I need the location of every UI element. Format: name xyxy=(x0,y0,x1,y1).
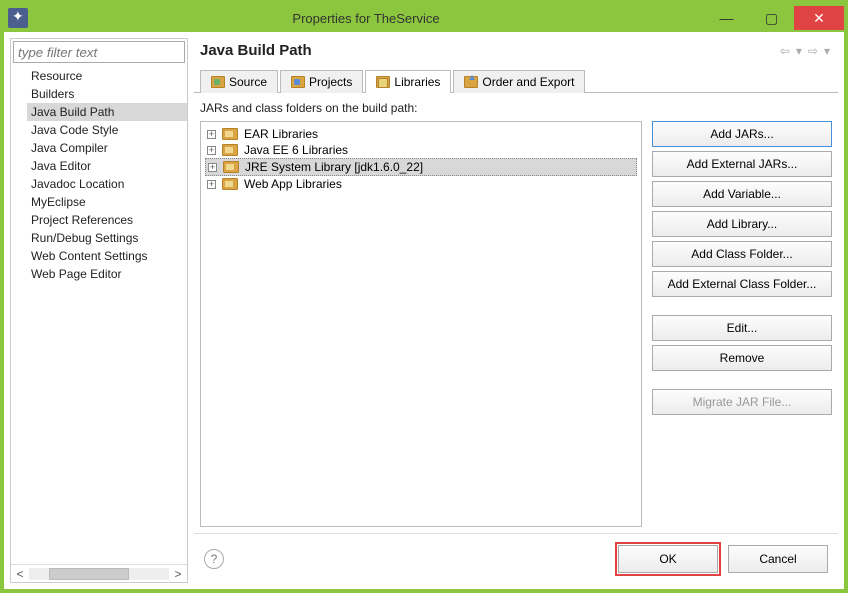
maximize-button[interactable]: ▢ xyxy=(749,6,794,30)
expand-icon[interactable]: + xyxy=(207,180,216,189)
dialog-content: ResourceBuildersJava Build PathJava Code… xyxy=(4,32,844,589)
libraries-description: JARs and class folders on the build path… xyxy=(200,101,832,115)
sidebar-item[interactable]: Web Content Settings xyxy=(27,247,187,265)
cancel-button[interactable]: Cancel xyxy=(728,545,828,573)
ord-tab-icon xyxy=(464,76,478,88)
src-tab-icon xyxy=(211,76,225,88)
library-item[interactable]: + EAR Libraries xyxy=(205,126,637,142)
tab-bar: Source Projects Libraries Order and Export xyxy=(194,69,838,93)
lib-tab-icon xyxy=(376,76,390,88)
add-class-folder-button[interactable]: Add Class Folder... xyxy=(652,241,832,267)
nav-forward-icon[interactable]: ⇨ xyxy=(806,44,820,58)
library-icon xyxy=(222,144,238,156)
add-external-class-folder-button[interactable]: Add External Class Folder... xyxy=(652,271,832,297)
library-icon xyxy=(222,178,238,190)
filter-input[interactable] xyxy=(13,41,185,63)
close-button[interactable]: ✕ xyxy=(794,6,844,30)
nav-forward-menu-icon[interactable]: ▾ xyxy=(822,44,832,58)
libraries-tab-panel: JARs and class folders on the build path… xyxy=(194,93,838,533)
footer-buttons: OK Cancel xyxy=(618,545,828,573)
sidebar-item[interactable]: Resource xyxy=(27,67,187,85)
add-external-jars-button[interactable]: Add External JARs... xyxy=(652,151,832,177)
sidebar-item[interactable]: Java Editor xyxy=(27,157,187,175)
sidebar-item[interactable]: Java Compiler xyxy=(27,139,187,157)
library-label: Web App Libraries xyxy=(244,177,342,191)
add-variable-button[interactable]: Add Variable... xyxy=(652,181,832,207)
scroll-track[interactable] xyxy=(29,568,169,580)
dialog-footer: ? OK Cancel xyxy=(194,533,838,583)
minimize-button[interactable]: — xyxy=(704,6,749,30)
sidebar-scrollbar[interactable]: < > xyxy=(11,564,187,582)
scroll-right-icon[interactable]: > xyxy=(169,567,187,581)
library-icon xyxy=(222,128,238,140)
sidebar-item[interactable]: Project References xyxy=(27,211,187,229)
sidebar-item[interactable]: Builders xyxy=(27,85,187,103)
library-label: JRE System Library [jdk1.6.0_22] xyxy=(245,160,423,174)
expand-icon[interactable]: + xyxy=(208,163,217,172)
tab-label: Order and Export xyxy=(482,75,574,89)
remove-button[interactable]: Remove xyxy=(652,345,832,371)
sidebar-item[interactable]: Javadoc Location xyxy=(27,175,187,193)
sidebar-item[interactable]: MyEclipse xyxy=(27,193,187,211)
tab-label: Projects xyxy=(309,75,352,89)
page-title: Java Build Path xyxy=(200,42,312,59)
sidebar-item[interactable]: Java Code Style xyxy=(27,121,187,139)
library-label: EAR Libraries xyxy=(244,127,318,141)
scroll-left-icon[interactable]: < xyxy=(11,567,29,581)
tab[interactable]: Projects xyxy=(280,70,363,93)
tab-label: Libraries xyxy=(394,75,440,89)
libraries-area: + EAR Libraries + Java EE 6 Libraries + JRE S… xyxy=(200,121,832,527)
button-spacer xyxy=(652,301,832,311)
tab-label: Source xyxy=(229,75,267,89)
add-library-button[interactable]: Add Library... xyxy=(652,211,832,237)
prj-tab-icon xyxy=(291,76,305,88)
library-item[interactable]: + Web App Libraries xyxy=(205,176,637,192)
tab[interactable]: Libraries xyxy=(365,70,451,93)
nav-back-icon[interactable]: ⇦ xyxy=(778,44,792,58)
scroll-thumb[interactable] xyxy=(49,568,129,580)
nav-back-menu-icon[interactable]: ▾ xyxy=(794,44,804,58)
window-controls: — ▢ ✕ xyxy=(704,6,844,30)
expand-icon[interactable]: + xyxy=(207,130,216,139)
add-jars-button[interactable]: Add JARs... xyxy=(652,121,832,147)
library-item[interactable]: + JRE System Library [jdk1.6.0_22] xyxy=(205,158,637,176)
sidebar-item[interactable]: Web Page Editor xyxy=(27,265,187,283)
libraries-list[interactable]: + EAR Libraries + Java EE 6 Libraries + JRE S… xyxy=(200,121,642,527)
expand-icon[interactable]: + xyxy=(207,146,216,155)
tab[interactable]: Order and Export xyxy=(453,70,585,93)
main-panel: Java Build Path ⇦ ▾ ⇨ ▾ Source Projects Li… xyxy=(194,38,838,583)
help-icon[interactable]: ? xyxy=(204,549,224,569)
library-icon xyxy=(223,161,239,173)
category-sidebar: ResourceBuildersJava Build PathJava Code… xyxy=(10,38,188,583)
edit-button[interactable]: Edit... xyxy=(652,315,832,341)
migrate-jar-button: Migrate JAR File... xyxy=(652,389,832,415)
button-spacer xyxy=(652,375,832,385)
sidebar-item[interactable]: Run/Debug Settings xyxy=(27,229,187,247)
header-nav: ⇦ ▾ ⇨ ▾ xyxy=(778,44,832,58)
sidebar-item[interactable]: Java Build Path xyxy=(27,103,187,121)
library-label: Java EE 6 Libraries xyxy=(244,143,348,157)
tab[interactable]: Source xyxy=(200,70,278,93)
window-title: Properties for TheService xyxy=(28,11,704,26)
page-header: Java Build Path ⇦ ▾ ⇨ ▾ xyxy=(194,38,838,69)
libraries-button-column: Add JARs... Add External JARs... Add Var… xyxy=(652,121,832,527)
titlebar: Properties for TheService — ▢ ✕ xyxy=(4,4,844,32)
library-item[interactable]: + Java EE 6 Libraries xyxy=(205,142,637,158)
ok-button[interactable]: OK xyxy=(618,545,718,573)
app-icon xyxy=(8,8,28,28)
category-tree[interactable]: ResourceBuildersJava Build PathJava Code… xyxy=(11,65,187,564)
properties-dialog: Properties for TheService — ▢ ✕ Resource… xyxy=(0,0,848,593)
